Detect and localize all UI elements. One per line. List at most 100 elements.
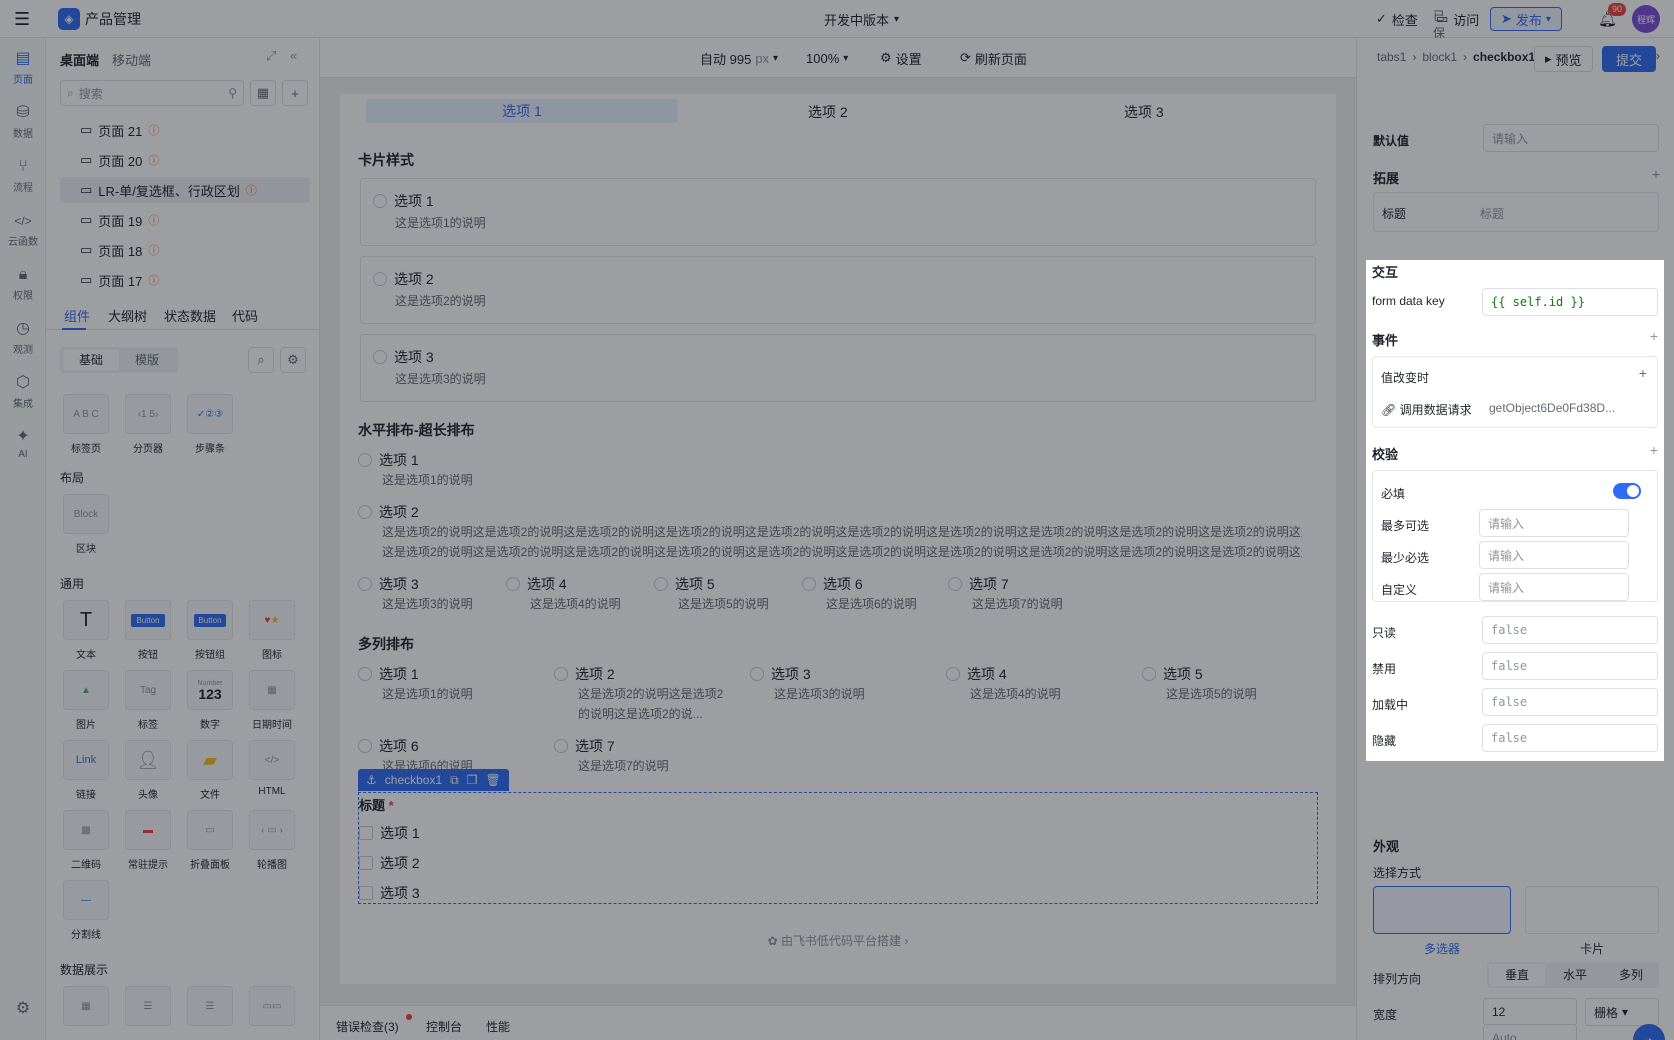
card-option[interactable]: 选项 1 这是选项1的说明	[360, 178, 1316, 246]
radio-option[interactable]: 选项 6	[358, 736, 419, 756]
comp-button-group[interactable]: Button 按钮组	[184, 600, 236, 661]
page-list-item[interactable]: ▭ 页面 18 ⓘ	[60, 237, 310, 263]
radio-option[interactable]: 选项 5	[654, 574, 715, 594]
radio-option[interactable]: 选项 4	[946, 664, 1007, 684]
loading-input[interactable]: false	[1482, 688, 1658, 716]
checkbox-option[interactable]: 选项 3	[359, 883, 420, 903]
required-toggle[interactable]	[1613, 483, 1641, 499]
console-tab[interactable]: 控制台	[426, 1018, 462, 1035]
publish-button[interactable]: ➤ 发布 ▾	[1490, 7, 1562, 31]
radio-option[interactable]: 选项 7	[948, 574, 1009, 594]
mode-multi-card[interactable]	[1373, 886, 1511, 934]
tab-state-data[interactable]: 状态数据	[164, 306, 216, 325]
radio-option[interactable]: 选项 6	[802, 574, 863, 594]
preview-button[interactable]: ▸ 预览	[1534, 46, 1593, 72]
platform-footer[interactable]: ✿ 由飞书低代码平台搭建 ›	[340, 932, 1336, 949]
performance-tab[interactable]: 性能	[486, 1018, 510, 1035]
radio-option[interactable]: 选项 2	[358, 502, 419, 522]
radio-option[interactable]: 选项 1	[358, 450, 419, 470]
filter-icon[interactable]: ⚲	[228, 86, 237, 100]
selected-component-tag[interactable]: ⚓︎ checkbox1 ⧉ ❐ 🗑︎	[358, 769, 509, 791]
help-float-icon[interactable]: ◔	[1633, 1024, 1665, 1040]
height-input[interactable]: Auto	[1483, 1024, 1577, 1040]
page-list-item[interactable]: ▭ 页面 17 ⓘ	[60, 267, 310, 293]
comp-icon[interactable]: ♥ ★ 图标	[246, 600, 298, 661]
comp-qrcode[interactable]: ▩ 二维码	[60, 810, 112, 871]
radio-option[interactable]: 选项 2	[554, 664, 615, 684]
comp-avatar[interactable]: 👤︎ 头像	[122, 740, 174, 801]
comp-tabs[interactable]: A B C 标签页	[60, 394, 112, 455]
menu-icon[interactable]: ☰	[14, 0, 30, 38]
rail-item-ai[interactable]: ✦ AI	[0, 428, 46, 460]
comp-button[interactable]: Button 按钮	[122, 600, 174, 661]
width-input[interactable]: 12	[1483, 998, 1577, 1026]
expand-icon[interactable]: ⤢	[266, 48, 276, 64]
comp-image[interactable]: ▲ 图片	[60, 670, 112, 731]
radio-option[interactable]: 选项 4	[506, 574, 567, 594]
comp-block[interactable]: Block 区块	[60, 494, 112, 555]
default-value-input[interactable]: 请输入	[1483, 124, 1659, 152]
radio-option[interactable]: 选项 1	[358, 664, 419, 684]
comp-carousel[interactable]: ‹ ▭ › 轮播图	[246, 810, 298, 871]
error-check-tab[interactable]: 错误检查(3)	[336, 1018, 399, 1035]
comp-link[interactable]: Link 链接	[60, 740, 112, 801]
collapse-icon[interactable]: «	[290, 48, 297, 63]
event-action[interactable]: 🔗︎ 调用数据请求	[1381, 401, 1472, 418]
comp-steps[interactable]: ✓②③ 步骤条	[184, 394, 236, 455]
comp-datetime[interactable]: ▦ 日期时间	[246, 670, 298, 731]
check-button[interactable]: ✓ 检查	[1376, 0, 1418, 38]
radio-option[interactable]: 选项 3	[750, 664, 811, 684]
canvas-tab-2[interactable]: 选项 2	[808, 102, 848, 122]
radio-option[interactable]: 选项 3	[358, 574, 419, 594]
copy-icon[interactable]: ⧉	[450, 773, 459, 788]
comp-tag[interactable]: Tag 标签	[122, 670, 174, 731]
submit-button[interactable]: 提交	[1602, 46, 1657, 72]
hidden-input[interactable]: false	[1482, 724, 1658, 752]
disabled-input[interactable]: false	[1482, 652, 1658, 680]
checkbox-group-component[interactable]: 标题 * 选项 1 选项 2 选项 3	[358, 792, 1318, 904]
tab-components[interactable]: 组件	[64, 306, 90, 325]
card-option[interactable]: 选项 3 这是选项3的说明	[360, 334, 1316, 402]
gear-icon[interactable]: ⚙	[280, 347, 306, 373]
comp-file[interactable]: ▰ 文件	[184, 740, 236, 801]
checkbox-option[interactable]: 选项 2	[359, 853, 420, 873]
radio-option[interactable]: 选项 7	[554, 736, 615, 756]
rail-item-cloud-function[interactable]: </> 云函数	[0, 212, 46, 248]
checkbox-option[interactable]: 选项 1	[359, 823, 420, 843]
comp-collapse[interactable]: ▭ 折叠面板	[184, 810, 236, 871]
mode-card-card[interactable]	[1525, 886, 1659, 934]
comp-alert[interactable]: ▬ 常驻提示	[122, 810, 174, 871]
max-select-input[interactable]: 请输入	[1479, 509, 1629, 537]
comp-number[interactable]: Number 123 数字	[184, 670, 236, 731]
comp-divider[interactable]: — 分割线	[60, 880, 112, 941]
tab-mobile[interactable]: 移动端	[112, 50, 151, 69]
tab-desktop[interactable]: 桌面端	[60, 50, 99, 69]
add-icon[interactable]: +	[1652, 166, 1660, 182]
form-data-key-input[interactable]: {{ self.id }}	[1482, 288, 1658, 316]
width-unit-select[interactable]: 栅格 ▾	[1585, 998, 1659, 1026]
tab-code[interactable]: 代码	[232, 306, 258, 325]
comp-text[interactable]: T 文本	[60, 600, 112, 661]
page-list-item[interactable]: ▭ 页面 21 ⓘ	[60, 117, 310, 143]
rail-item-flow[interactable]: ⑂ 流程	[0, 158, 46, 194]
add-page-button[interactable]: +	[282, 80, 308, 106]
version-selector[interactable]: 开发中版本 ▾	[824, 0, 899, 38]
comp-html[interactable]: </> HTML	[246, 740, 298, 797]
readonly-input[interactable]: false	[1482, 616, 1658, 644]
custom-validation-input[interactable]: 请输入	[1479, 573, 1629, 601]
rail-item-integration[interactable]: ⬡ 集成	[0, 374, 46, 410]
seg-basic[interactable]: 基础	[63, 350, 119, 370]
zoom-selector[interactable]: 100% ▾	[806, 38, 848, 78]
settings-button[interactable]: ⚙ 设置	[880, 38, 922, 78]
page-list-item-selected[interactable]: ▭ LR-单/复选框、行政区划 ⓘ	[60, 177, 310, 203]
search-icon[interactable]: ⌕	[248, 347, 274, 373]
comp-detail[interactable]: ☰	[184, 986, 236, 1032]
rail-item-monitor[interactable]: ◷ 观测	[0, 320, 46, 356]
add-event-icon[interactable]: +	[1650, 328, 1658, 344]
rail-item-data[interactable]: ⛁ 数据	[0, 104, 46, 140]
comp-list[interactable]: ☰	[122, 986, 174, 1032]
add-action-icon[interactable]: +	[1639, 365, 1647, 381]
page-template-icon[interactable]: ▦	[250, 80, 276, 106]
page-list-item[interactable]: ▭ 页面 19 ⓘ	[60, 207, 310, 233]
comp-table[interactable]: ▦	[60, 986, 112, 1032]
